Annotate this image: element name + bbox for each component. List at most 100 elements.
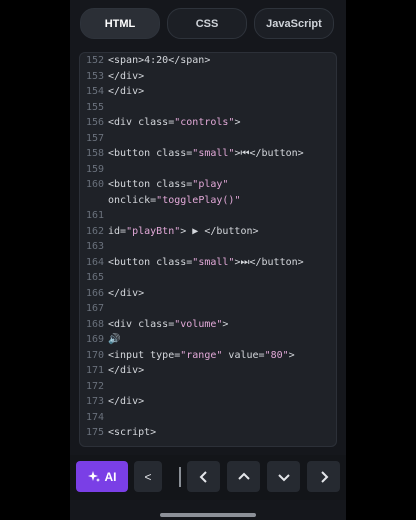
code-text: > [234, 117, 241, 128]
line-number: 163 [85, 241, 104, 252]
cursor-right-button[interactable] [307, 461, 340, 492]
line-code: </div> [108, 394, 144, 409]
line-number: 164 [85, 256, 104, 268]
line-code: id="playBtn"> ▶ </button> [108, 224, 259, 239]
code-text: >⏮</button> [234, 148, 304, 159]
code-editor[interactable]: 152 <span>4:20</span> 153 </div> 154 </div> 15… [79, 52, 337, 447]
code-text: >⏭</button> [234, 256, 304, 268]
code-line[interactable]: 158 <button class="small">⏮</button> [80, 146, 336, 161]
insert-lt-label: < [144, 469, 152, 484]
code-string: "playBtn" [126, 225, 181, 237]
tab-javascript[interactable]: JavaScript [254, 8, 334, 39]
insert-lt-button[interactable]: < [134, 461, 162, 492]
line-code: </div> [108, 69, 144, 84]
code-line[interactable]: 170 <input type="range" value="80"> [80, 348, 336, 363]
code-line[interactable]: 173 </div> [80, 394, 336, 409]
code-text: 🔊 [108, 334, 121, 345]
code-text: </div> [108, 365, 145, 376]
code-line[interactable]: 161 [80, 208, 336, 223]
code-line[interactable]: 165 [80, 270, 336, 285]
code-line[interactable]: 167 [80, 301, 336, 316]
code-line[interactable]: 155 [80, 100, 336, 115]
line-number: 153 [85, 70, 104, 82]
line-code: </div> [108, 286, 144, 301]
code-text: <button class= [108, 256, 193, 268]
code-line[interactable]: 163 [80, 239, 336, 254]
line-number: 162 [85, 225, 104, 237]
code-line[interactable]: 156 <div class="controls"> [80, 115, 336, 130]
line-number: 166 [85, 287, 104, 299]
code-text: <button class= [108, 179, 193, 190]
code-string: "volume" [174, 318, 223, 330]
code-string: "controls" [174, 117, 235, 128]
code-line[interactable]: onclick="togglePlay()" [80, 193, 336, 208]
code-line[interactable]: 159 [80, 162, 336, 177]
code-string: "80" [264, 349, 289, 361]
home-indicator [160, 513, 256, 517]
code-string: "play" [192, 179, 229, 190]
line-number: 154 [85, 86, 104, 97]
code-text: <button class= [108, 148, 193, 159]
line-code: <button class="small">⏮</button> [108, 146, 304, 161]
line-number: 174 [85, 411, 104, 423]
code-text: onclick= [108, 194, 157, 206]
code-line[interactable]: 162 id="playBtn"> ▶ </button> [80, 224, 336, 239]
tab-html[interactable]: HTML [80, 8, 160, 39]
line-number: 159 [85, 163, 104, 175]
app-screen: HTML CSS JavaScript 152 <span>4:20</span>… [70, 0, 346, 520]
code-text: <input type= [108, 349, 181, 361]
code-line[interactable]: 157 [80, 131, 336, 146]
code-line[interactable]: 160 <button class="play" [80, 177, 336, 192]
chevron-right-icon [319, 470, 329, 483]
code-text: <span>4:20</span> [108, 55, 211, 66]
toolbar-divider [179, 467, 181, 487]
line-number: 156 [85, 117, 104, 128]
line-number: 161 [85, 210, 104, 221]
code-line[interactable]: 169 🔊 [80, 332, 336, 347]
chevron-left-icon [199, 470, 209, 483]
cursor-down-button[interactable] [267, 461, 300, 492]
cursor-up-button[interactable] [227, 461, 260, 492]
code-line[interactable]: 152 <span>4:20</span> [80, 53, 336, 68]
sparkle-icon [87, 470, 100, 483]
line-number: 168 [85, 318, 104, 330]
line-number: 173 [85, 396, 104, 407]
code-text: </div> [108, 86, 145, 97]
code-line[interactable]: 153 </div> [80, 69, 336, 84]
line-code: <script> [108, 425, 156, 440]
cursor-left-button[interactable] [187, 461, 220, 492]
code-line[interactable]: 154 </div> [80, 84, 336, 99]
line-code: </div> [108, 84, 144, 99]
code-text: > ▶ </button> [180, 225, 259, 237]
line-code: </div> [108, 363, 144, 378]
code-line[interactable]: 166 </div> [80, 286, 336, 301]
code-text: </div> [108, 70, 145, 82]
code-line[interactable]: 168 <div class="volume"> [80, 317, 336, 332]
code-line[interactable]: 164 <button class="small">⏭</button> [80, 255, 336, 270]
line-code: <button class="play" [108, 177, 228, 192]
code-line[interactable]: 174 [80, 410, 336, 425]
line-code: 🔊 [108, 332, 120, 347]
chevron-down-icon [277, 472, 290, 482]
code-string: "small" [192, 256, 235, 268]
code-text: > [288, 349, 295, 361]
ai-button-label: AI [104, 469, 117, 484]
code-text: value= [222, 349, 265, 361]
code-line[interactable]: 171 </div> [80, 363, 336, 378]
tab-css[interactable]: CSS [167, 8, 247, 39]
code-text: <div class= [108, 318, 175, 330]
line-number: 152 [85, 55, 104, 66]
line-code: <button class="small">⏭</button> [108, 255, 304, 270]
code-line[interactable] [80, 441, 336, 447]
line-number: 165 [85, 272, 104, 283]
line-code: <span>4:20</span> [108, 53, 210, 68]
code-text: </div> [108, 287, 145, 299]
code-string: "range" [180, 349, 223, 361]
line-number: 167 [85, 303, 104, 314]
code-line[interactable]: 172 [80, 379, 336, 394]
line-number: 160 [85, 179, 104, 190]
line-number: 170 [85, 349, 104, 361]
ai-button[interactable]: AI [76, 461, 128, 492]
line-number: 155 [85, 101, 104, 113]
code-line[interactable]: 175 <script> [80, 425, 336, 440]
